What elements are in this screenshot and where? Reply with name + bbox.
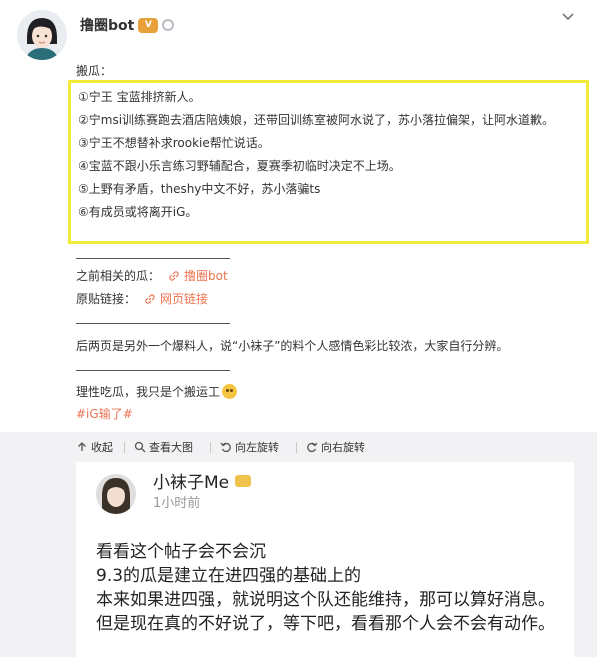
rotate-right-icon — [307, 442, 318, 453]
post-heading: 搬瓜： — [76, 64, 113, 78]
view-large-button[interactable]: 查看大图 — [134, 439, 193, 455]
embed-line: 9.3的瓜是建立在进四强的基础上的 — [96, 566, 362, 586]
embed-author: 小袜子Me — [153, 468, 252, 493]
embed-avatar — [96, 474, 136, 514]
closing-text: 理性吃瓜，我只是个搬运工 — [76, 385, 221, 399]
rotate-left-icon — [220, 442, 231, 453]
chevron-down-icon[interactable] — [561, 10, 575, 24]
related-label: 之前相关的瓜： — [76, 269, 161, 283]
related-row: 之前相关的瓜： 撸圈bot — [76, 266, 228, 286]
post-note: 后两页是另外一个爆料人，说“小袜子”的料个人感情色彩比较浓，大家自行分辨。 — [76, 339, 509, 353]
link-icon — [145, 294, 155, 304]
rotate-left-button[interactable]: 向左旋转 — [220, 439, 279, 455]
search-icon — [134, 441, 146, 453]
list-item: ④宝蓝不跟小乐言练习野辅配合，夏赛季初临时决定不上场。 — [78, 159, 401, 173]
closing-row: 理性吃瓜，我只是个搬运工 — [76, 382, 238, 402]
link-icon — [169, 271, 179, 281]
image-toolbar: 收起 查看大图 向左旋转 向右旋转 — [0, 432, 597, 462]
toolbar-separator — [210, 442, 211, 453]
list-item: ①宁王 宝蓝排挤新人。 — [78, 90, 201, 104]
source-link[interactable]: 网页链接 — [136, 292, 208, 306]
divider — [76, 370, 230, 371]
list-item: ⑥有成员或将离开iG。 — [78, 205, 198, 219]
author-avatar[interactable] — [17, 10, 67, 60]
weibo-post: 撸圈bot V 搬瓜： ①宁王 宝蓝排挤新人。 ②宁msi训练赛跑去酒店陪姨娘，… — [0, 0, 597, 432]
author-name[interactable]: 撸圈bot — [80, 15, 134, 35]
highlighted-list: ①宁王 宝蓝排挤新人。 ②宁msi训练赛跑去酒店陪姨娘，还带回训练室被阿水说了，… — [68, 80, 589, 244]
list-item: ③宁王不想替补求rookie帮忙说话。 — [78, 136, 270, 150]
embed-time: 1小时前 — [153, 496, 201, 511]
screenshot-card: 小袜子Me 1小时前 看看这个帖子会不会沉 9.3的瓜是建立在进四强的基础上的 … — [76, 462, 574, 657]
hashtag[interactable]: #iG输了# — [76, 404, 133, 424]
related-link[interactable]: 撸圈bot — [160, 269, 228, 283]
toolbar-separator — [296, 442, 297, 453]
embed-text: 看看这个帖子会不会沉 9.3的瓜是建立在进四强的基础上的 本来如果进四强，就说明… — [96, 540, 566, 636]
source-label: 原贴链接： — [76, 292, 137, 306]
divider — [76, 258, 230, 259]
collapse-icon — [78, 442, 86, 451]
toolbar-separator — [124, 442, 125, 453]
divider — [76, 323, 230, 324]
rotate-right-button[interactable]: 向右旋转 — [306, 439, 365, 455]
embed-author-name: 小袜子Me — [153, 473, 230, 493]
collapse-button[interactable]: 收起 — [76, 439, 113, 455]
list-item: ⑤上野有矛盾，theshy中文不好，苏小落骗ts — [78, 182, 321, 196]
embed-line: 本来如果进四强，就说明这个队还能维持，那可以算好消息。但是现在真的不好说了，等下… — [96, 590, 555, 634]
author-row: 撸圈bot V — [80, 15, 175, 35]
source-row: 原贴链接： 网页链接 — [76, 289, 208, 309]
smile-emoji-icon — [222, 384, 238, 399]
embed-line: 看看这个帖子会不会沉 — [96, 542, 266, 562]
ring-badge-icon — [162, 19, 175, 31]
vip-diamond-icon — [235, 474, 252, 487]
list-item: ②宁msi训练赛跑去酒店陪姨娘，还带回训练室被阿水说了，苏小落拉偏架，让阿水道歉… — [78, 113, 555, 127]
post-body: 搬瓜： — [76, 62, 581, 80]
attached-image[interactable]: 小袜子Me 1小时前 看看这个帖子会不会沉 9.3的瓜是建立在进四强的基础上的 … — [0, 462, 597, 657]
vip-badge-icon: V — [138, 17, 159, 33]
